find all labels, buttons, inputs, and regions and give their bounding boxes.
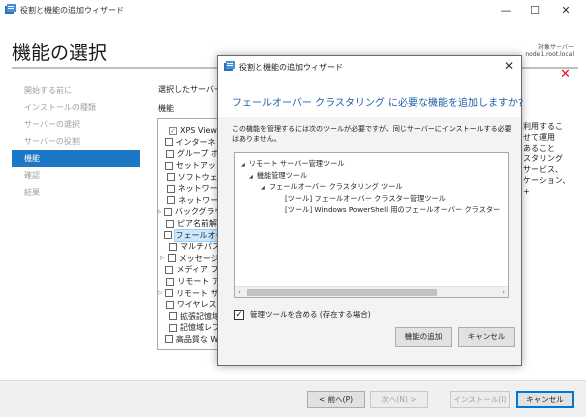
feature-checkbox[interactable]: ✓ bbox=[169, 126, 177, 135]
tree-item-label: [ツール] フェールオーバー クラスター管理ツール bbox=[285, 193, 446, 203]
expand-arrow-icon[interactable]: ▷ bbox=[158, 209, 162, 215]
description-line: あること bbox=[523, 143, 555, 153]
feature-checkbox[interactable] bbox=[164, 231, 173, 240]
add-features-dialog: 役割と機能の追加ウィザード ✕ フェールオーバー クラスタリング に必要な機能を… bbox=[217, 55, 524, 366]
tree-expanded-icon[interactable]: ◢ bbox=[261, 185, 265, 191]
tree-item[interactable]: [ツール] フェールオーバー クラスター管理ツール bbox=[285, 194, 446, 204]
description-line: スタリング bbox=[523, 154, 563, 164]
include-tools-label: 管理ツールを含める (存在する場合) bbox=[250, 310, 371, 319]
nav-item-confirmation[interactable]: 確認 bbox=[12, 167, 140, 184]
minimize-button[interactable]: — bbox=[492, 0, 520, 20]
feature-label: 拡張記憶域 bbox=[180, 311, 220, 321]
expand-arrow-icon[interactable]: ▷ bbox=[158, 290, 163, 296]
nav-item-features[interactable]: 機能 bbox=[12, 150, 140, 167]
tree-item-label: 機能管理ツール bbox=[256, 170, 308, 180]
features-label: 機能 bbox=[158, 104, 174, 113]
tree-item[interactable]: ◢ フェールオーバー クラスタリング ツール bbox=[261, 182, 403, 192]
nav-item-results[interactable]: 結果 bbox=[12, 184, 140, 201]
feature-checkbox[interactable] bbox=[165, 265, 174, 274]
feature-checkbox[interactable] bbox=[166, 184, 175, 193]
close-button[interactable]: ✕ bbox=[552, 0, 580, 20]
dialog-message: この機能を管理するには次のツールが必要ですが、同じサーバーにインストールする必要… bbox=[232, 125, 512, 143]
feature-checkbox[interactable] bbox=[163, 207, 172, 216]
scroll-left-icon[interactable]: ‹ bbox=[238, 288, 241, 296]
expand-arrow-icon[interactable]: ▷ bbox=[158, 255, 166, 261]
window-titlebar: 役割と機能の追加ウィザード — ☐ ✕ bbox=[0, 0, 586, 20]
nav-item-installation-type[interactable]: インストールの種類 bbox=[12, 99, 140, 116]
window-title: 役割と機能の追加ウィザード bbox=[20, 6, 124, 15]
feature-checkbox[interactable] bbox=[166, 219, 175, 228]
include-tools-checkbox[interactable]: ✓ bbox=[234, 309, 244, 320]
feature-description: 利用するこ せて運用 あること スタリング サービス、 ケーション、 + bbox=[523, 122, 581, 198]
maximize-button[interactable]: ☐ bbox=[521, 0, 549, 20]
tree-item[interactable]: [ツール] Windows PowerShell 用のフェールオーバー クラスタ… bbox=[285, 205, 500, 215]
nav-item-server-roles[interactable]: サーバーの役割 bbox=[12, 133, 140, 150]
description-line: ケーション、 bbox=[523, 175, 571, 185]
wizard-nav: 開始する前に インストールの種類 サーバーの選択 サーバーの役割 機能 確認 結… bbox=[12, 82, 140, 201]
tree-item[interactable]: ◢ 機能管理ツール bbox=[249, 171, 307, 181]
dialog-title: 役割と機能の追加ウィザード bbox=[239, 63, 343, 72]
description-line: サービス、 bbox=[523, 165, 563, 175]
dialog-heading: フェールオーバー クラスタリング に必要な機能を追加しますか? bbox=[232, 98, 524, 109]
tree-item-label: [ツール] Windows PowerShell 用のフェールオーバー クラスタ… bbox=[285, 205, 501, 214]
scrollbar-thumb[interactable] bbox=[247, 289, 437, 296]
dialog-cancel-button[interactable]: キャンセル bbox=[458, 327, 515, 347]
description-line: 利用するこ bbox=[523, 122, 563, 131]
feature-checkbox[interactable] bbox=[167, 196, 176, 205]
feature-checkbox[interactable] bbox=[164, 335, 173, 344]
feature-checkbox[interactable] bbox=[165, 149, 174, 158]
nav-item-server-selection[interactable]: サーバーの選択 bbox=[12, 116, 140, 133]
tree-item[interactable]: ◢ リモート サーバー管理ツール bbox=[241, 159, 345, 169]
tree-expanded-icon[interactable]: ◢ bbox=[241, 162, 245, 168]
feature-checkbox[interactable] bbox=[169, 323, 177, 332]
server-manager-icon bbox=[224, 61, 235, 71]
selected-server-label: 選択したサーバー bbox=[158, 85, 222, 94]
include-tools-checkbox-row[interactable]: ✓ 管理ツールを含める (存在する場合) bbox=[234, 309, 371, 320]
wizard-footer: < 前へ(P) 次へ(N) > インストール(I) キャンセル bbox=[0, 380, 586, 417]
feature-checkbox[interactable] bbox=[166, 277, 175, 286]
feature-checkbox[interactable] bbox=[165, 289, 174, 298]
feature-checkbox[interactable] bbox=[164, 138, 173, 147]
cancel-button[interactable]: キャンセル bbox=[516, 391, 574, 408]
feature-checkbox[interactable] bbox=[167, 254, 176, 263]
feature-checkbox[interactable] bbox=[166, 173, 175, 182]
scroll-right-icon[interactable]: › bbox=[502, 288, 505, 296]
description-line: + bbox=[523, 186, 530, 196]
tree-item-label: フェールオーバー クラスタリング ツール bbox=[268, 182, 403, 191]
install-button[interactable]: インストール(I) bbox=[450, 391, 510, 408]
destination-server-label: 対象サーバー bbox=[538, 44, 574, 51]
maximize-icon: ☐ bbox=[530, 3, 540, 17]
tree-item-label: リモート サーバー管理ツール bbox=[248, 159, 345, 168]
next-button[interactable]: 次へ(N) > bbox=[370, 391, 428, 408]
feature-checkbox[interactable] bbox=[169, 312, 177, 321]
description-line: せて運用 bbox=[523, 132, 555, 142]
horizontal-scrollbar[interactable]: ‹ › bbox=[235, 286, 508, 297]
feature-checkbox[interactable] bbox=[169, 242, 177, 251]
error-x-icon: ✕ bbox=[560, 67, 571, 82]
add-features-button[interactable]: 機能の追加 bbox=[395, 327, 452, 347]
previous-button[interactable]: < 前へ(P) bbox=[307, 391, 365, 408]
dialog-close-icon[interactable]: ✕ bbox=[504, 59, 514, 73]
feature-checkbox[interactable] bbox=[165, 300, 174, 309]
required-tools-tree[interactable]: ‹ › ◢ リモート サーバー管理ツール ◢ 機能管理ツール ◢ フェールオーバー クラス… bbox=[234, 152, 509, 298]
close-icon: ✕ bbox=[561, 3, 571, 17]
tree-expanded-icon[interactable]: ◢ bbox=[249, 174, 253, 180]
feature-checkbox[interactable] bbox=[164, 161, 173, 170]
dialog-titlebar: 役割と機能の追加ウィザード ✕ bbox=[218, 56, 521, 77]
page-title: 機能の選択 bbox=[12, 42, 108, 64]
nav-item-before-you-begin[interactable]: 開始する前に bbox=[12, 82, 140, 99]
server-manager-icon bbox=[5, 4, 16, 14]
destination-server-value: node1.root.local bbox=[525, 51, 574, 58]
minimize-icon: — bbox=[500, 3, 512, 17]
